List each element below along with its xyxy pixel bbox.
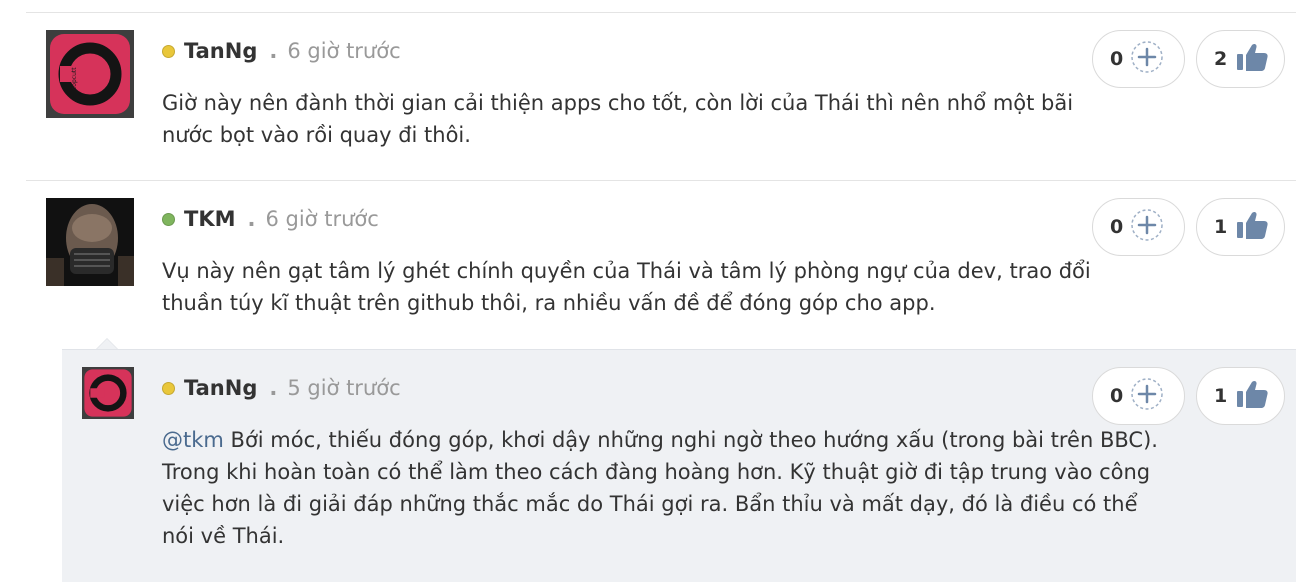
username[interactable]: TanNg: [184, 376, 257, 400]
comment-item: TKM . 6 giờ trước Vụ này nên gạt tâm lý …: [0, 181, 1296, 349]
plus-vote-button[interactable]: 0: [1092, 30, 1185, 88]
plus-vote-button[interactable]: 0: [1092, 198, 1185, 256]
thumbs-up-icon: [1235, 210, 1269, 244]
thumbs-up-icon: [1235, 379, 1269, 413]
status-dot: [162, 212, 175, 226]
avatar[interactable]: copcutt: [46, 30, 134, 118]
like-button[interactable]: 1: [1196, 367, 1285, 425]
status-dot: [162, 44, 175, 58]
reply-item: TanNg . 5 giờ trước @tkm Bới móc, thiếu …: [62, 349, 1296, 582]
reply-body: Bới móc, thiếu đóng góp, khơi dậy những …: [162, 428, 1158, 548]
comment-text: Vụ này nên gạt tâm lý ghét chính quyền c…: [162, 259, 1091, 315]
comment-item: copcutt TanNg . 6 giờ trước Giờ này nên …: [0, 13, 1296, 180]
reply-text: @tkm Bới móc, thiếu đóng góp, khơi dậy n…: [162, 424, 1172, 552]
plus-count: 0: [1110, 216, 1124, 238]
plus-vote-button[interactable]: 0: [1092, 367, 1185, 425]
username[interactable]: TKM: [184, 207, 236, 231]
avatar[interactable]: [46, 198, 134, 286]
plus-count: 0: [1110, 385, 1124, 407]
meta-separator: .: [269, 376, 278, 400]
plus-circle-icon: [1130, 208, 1164, 246]
svg-text:copcutt: copcutt: [71, 67, 78, 90]
status-dot: [162, 381, 175, 395]
plus-circle-icon: [1130, 40, 1164, 78]
meta-separator: .: [247, 207, 256, 231]
timestamp[interactable]: 6 giờ trước: [287, 39, 400, 63]
timestamp[interactable]: 5 giờ trước: [287, 376, 400, 400]
avatar[interactable]: [82, 367, 134, 419]
thumbs-up-icon: [1235, 42, 1269, 76]
reply-pointer: [96, 338, 118, 349]
mention-link[interactable]: @tkm: [162, 428, 224, 452]
plus-count: 0: [1110, 48, 1124, 70]
like-count: 1: [1214, 385, 1228, 407]
like-count: 2: [1214, 48, 1228, 70]
timestamp[interactable]: 6 giờ trước: [265, 207, 378, 231]
comment-text: Giờ này nên đành thời gian cải thiện app…: [162, 91, 1074, 147]
meta-separator: .: [269, 39, 278, 63]
like-count: 1: [1214, 216, 1228, 238]
username[interactable]: TanNg: [184, 39, 257, 63]
like-button[interactable]: 1: [1196, 198, 1285, 256]
plus-circle-icon: [1130, 377, 1164, 415]
like-button[interactable]: 2: [1196, 30, 1285, 88]
